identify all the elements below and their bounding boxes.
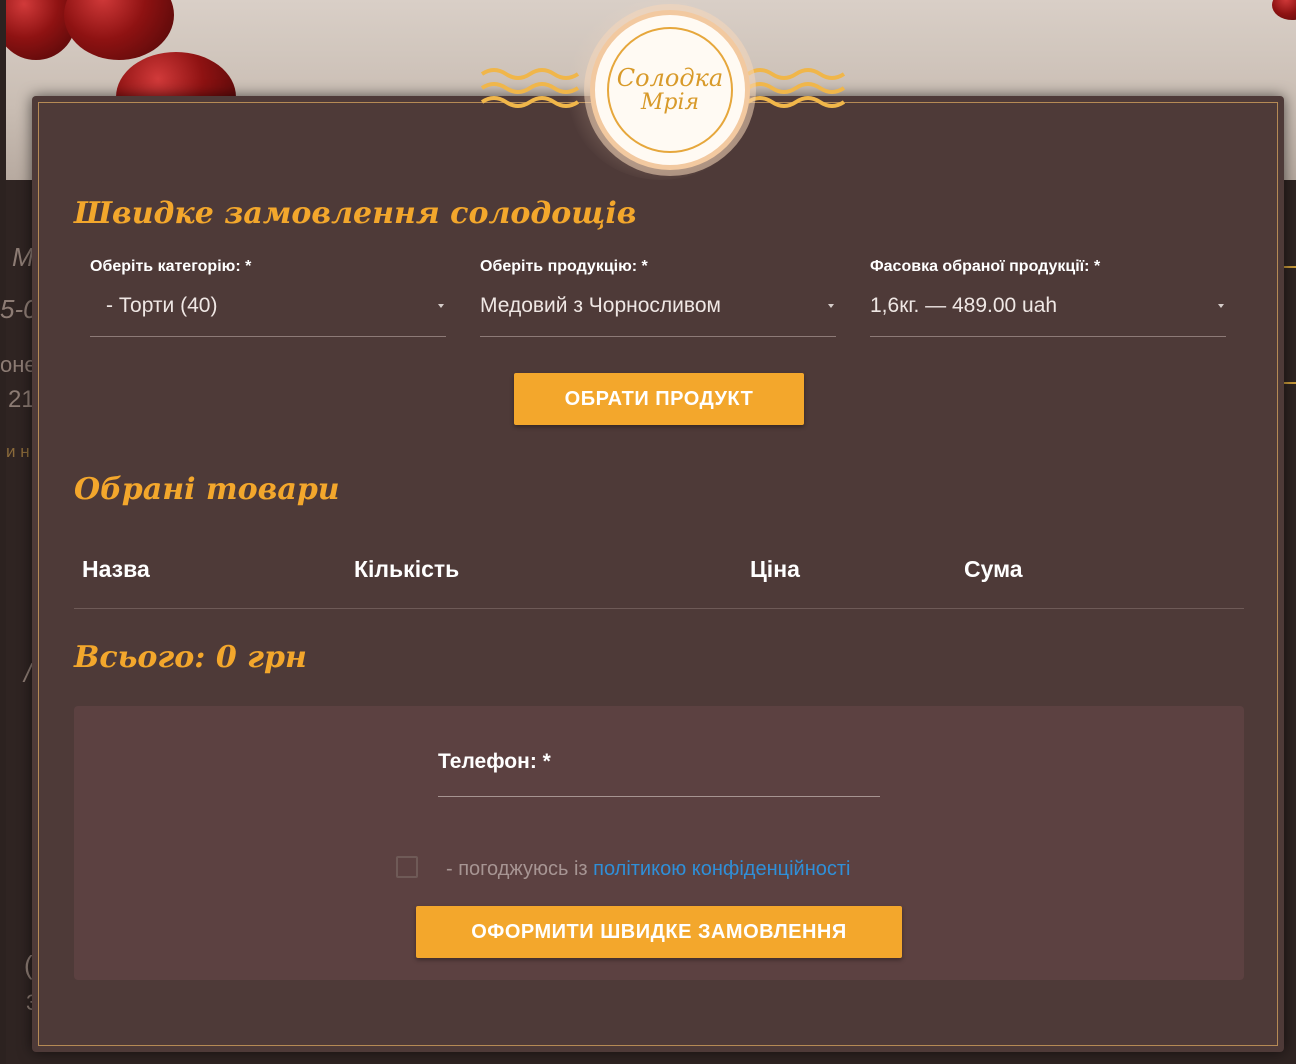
background-text: / xyxy=(24,658,32,688)
table-divider xyxy=(74,608,1244,609)
background-text: М xyxy=(12,242,34,272)
logo-badge: Солодка Мрія xyxy=(590,10,750,170)
product-select[interactable]: Медовий з Чорносливом xyxy=(480,290,836,337)
package-value: 1,6кг. — 489.00 uah xyxy=(870,294,1058,317)
category-label: Оберіть категорію: * xyxy=(90,258,252,275)
phone-input[interactable] xyxy=(438,796,880,797)
wave-ornament-icon xyxy=(480,68,580,108)
background-text: и н xyxy=(6,442,30,461)
dropdown-caret-icon xyxy=(438,304,444,308)
category-value: - Торти (40) xyxy=(106,294,218,317)
contact-form: Телефон: * - погоджуюсь із політикою кон… xyxy=(74,706,1244,980)
package-select[interactable]: 1,6кг. — 489.00 uah xyxy=(870,290,1226,337)
agreement-text: - погоджуюсь із xyxy=(446,858,594,880)
privacy-checkbox[interactable] xyxy=(396,856,418,878)
choose-product-button[interactable]: ОБРАТИ ПРОДУКТ xyxy=(514,373,804,425)
column-header-sum: Сума xyxy=(964,556,1023,582)
background-text: 21 xyxy=(8,386,35,413)
cherry-image xyxy=(64,0,174,60)
product-value: Медовий з Чорносливом xyxy=(480,294,721,317)
quick-order-modal: Солодка Мрія Швидке замовлення солодощів… xyxy=(32,0,1284,1052)
product-field: Оберіть продукцію: * Медовий з Чорнослив… xyxy=(480,258,836,337)
package-label: Фасовка обраної продукції: * xyxy=(870,258,1101,275)
cherry-image xyxy=(1272,0,1296,20)
privacy-policy-link[interactable]: політикою конфіденційності xyxy=(593,858,850,880)
submit-order-button[interactable]: ОФОРМИТИ ШВИДКЕ ЗАМОВЛЕННЯ xyxy=(416,906,902,958)
column-header-name: Назва xyxy=(82,556,150,582)
dropdown-caret-icon xyxy=(1218,304,1224,308)
order-total: Всього: 0 грн xyxy=(74,640,307,675)
privacy-agreement: - погоджуюсь із політикою конфіденційнос… xyxy=(446,858,850,881)
selected-items-title: Обрані товари xyxy=(74,472,340,507)
wave-ornament-icon xyxy=(746,68,846,108)
logo-inner: Солодка Мрія xyxy=(607,27,733,153)
brand-logo: Солодка Мрія xyxy=(480,0,846,180)
column-header-price: Ціна xyxy=(750,556,800,582)
phone-label: Телефон: * xyxy=(438,750,551,773)
background-decoration xyxy=(1284,266,1296,268)
category-select[interactable]: - Торти (40) xyxy=(90,290,446,337)
logo-text: Мрія xyxy=(640,90,700,115)
logo-text: Солодка xyxy=(616,64,724,92)
package-field: Фасовка обраної продукції: * 1,6кг. — 48… xyxy=(870,258,1226,337)
dropdown-caret-icon xyxy=(828,304,834,308)
background-decoration xyxy=(1284,382,1296,384)
modal-title: Швидке замовлення солодощів xyxy=(74,196,637,231)
product-label: Оберіть продукцію: * xyxy=(480,258,648,275)
column-header-quantity: Кількість xyxy=(354,556,460,582)
category-field: Оберіть категорію: * - Торти (40) xyxy=(90,258,446,337)
